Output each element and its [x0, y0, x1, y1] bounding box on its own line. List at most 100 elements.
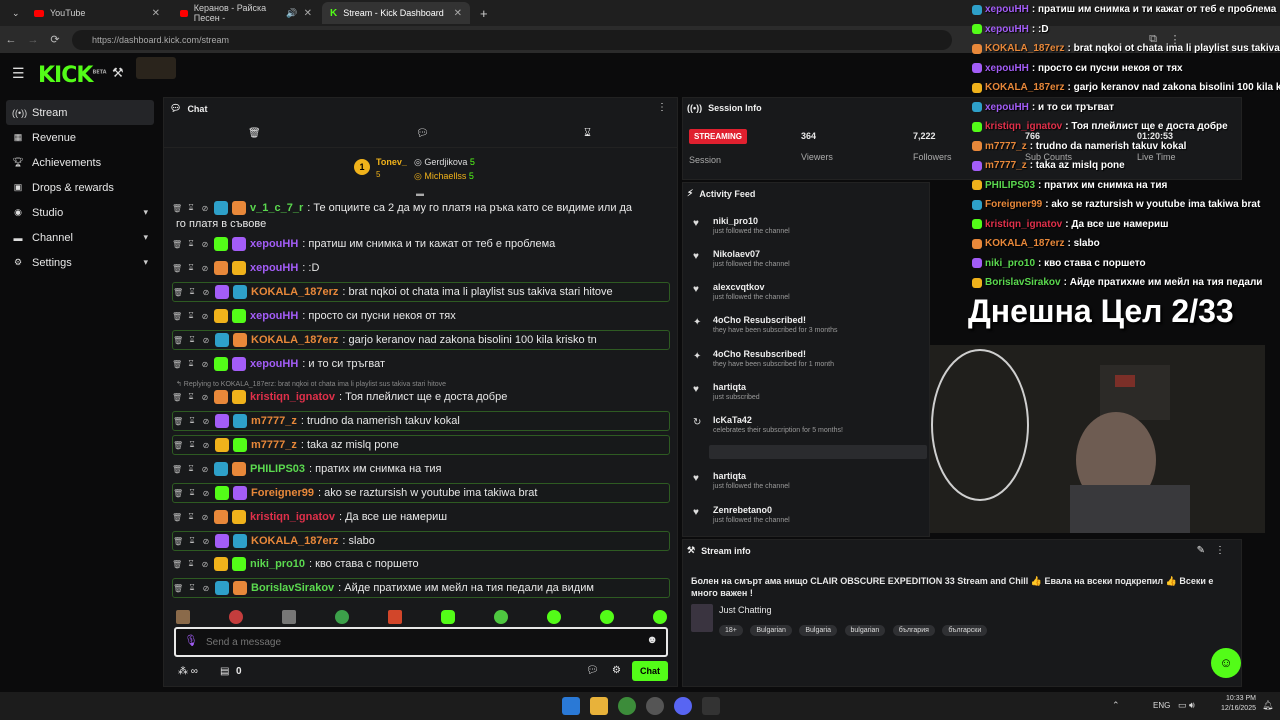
close-tab-icon[interactable]: ✕	[152, 8, 160, 19]
delete-message-icon[interactable]: 🗑︎	[172, 560, 182, 569]
timeout-icon[interactable]: ⌛︎	[186, 263, 196, 273]
sidebar-item-achievements[interactable]: 🏆︎ Achievements	[0, 150, 160, 175]
chat-bubble-icon[interactable]: 💬︎	[416, 128, 429, 139]
sidebar-item-channel[interactable]: ▬ Channel ▾	[0, 225, 160, 250]
delete-message-icon[interactable]: 🗑︎	[172, 264, 182, 273]
chat-message[interactable]: 🗑︎ ⌛︎ ⊘ m7777_z: trudno da namerish takuv k…	[172, 411, 670, 431]
emote-icon[interactable]	[282, 610, 296, 624]
ban-icon[interactable]: ⊘	[201, 288, 211, 297]
tag[interactable]: bulgarian	[844, 625, 886, 636]
tag[interactable]: 18+	[719, 625, 743, 636]
chat-username[interactable]: KOKALA_187erz	[251, 535, 338, 547]
emote-icon[interactable]	[653, 610, 667, 624]
collapse-icon[interactable]: ▬	[416, 189, 424, 198]
timeout-icon[interactable]: ⌛︎	[186, 203, 196, 213]
timeout-icon[interactable]: ⌛︎	[187, 440, 197, 450]
emote-icon[interactable]	[335, 610, 349, 624]
notification-icon[interactable]: 🔔︎	[1262, 700, 1273, 711]
emote-icon[interactable]	[600, 610, 614, 624]
delete-message-icon[interactable]: 🗑︎	[172, 465, 182, 474]
reload-icon[interactable]: ⟳	[44, 33, 66, 46]
category-name[interactable]: Just Chatting	[719, 605, 772, 615]
close-tab-icon[interactable]: ✕	[454, 8, 462, 19]
chat-message[interactable]: 🗑︎ ⌛︎ ⊘ Foreigner99: ako se raztursish w yo…	[172, 483, 670, 503]
tray-chevron-icon[interactable]: ⌃	[1112, 700, 1120, 711]
delete-message-icon[interactable]: 🗑︎	[173, 288, 183, 297]
edit-icon[interactable]: ✎	[1197, 545, 1205, 556]
sidebar-item-revenue[interactable]: ▦ Revenue	[0, 125, 160, 150]
clock-date[interactable]: 12/16/2025	[1212, 705, 1256, 712]
delete-message-icon[interactable]: 🗑︎	[173, 584, 183, 593]
emote-icon[interactable]	[494, 610, 508, 624]
tab-youtube[interactable]: YouTube ✕	[26, 2, 168, 24]
delete-message-icon[interactable]: 🗑︎	[173, 441, 183, 450]
ban-icon[interactable]: ⊘	[200, 513, 210, 522]
ban-icon[interactable]: ⊘	[201, 489, 211, 498]
emote-icon[interactable]	[388, 610, 402, 624]
timeout-icon[interactable]: ⌛︎	[187, 287, 197, 297]
language-indicator[interactable]: ENG	[1153, 701, 1170, 710]
sidebar-item-settings[interactable]: ⚙ Settings ▾	[0, 250, 160, 275]
network-icon[interactable]: ▭ 🔊︎	[1178, 700, 1195, 711]
help-bubble-icon[interactable]: ☺	[1211, 648, 1241, 678]
obs-icon[interactable]	[646, 697, 664, 715]
chat-settings-bubble-icon[interactable]: 💬︎	[586, 665, 599, 676]
timeout-icon[interactable]: ⌛︎	[187, 416, 197, 426]
chat-message[interactable]: 🗑︎ ⌛︎ ⊘ xepouHH: пратиш им снимка и ти кажа…	[172, 234, 670, 254]
chat-username[interactable]: KOKALA_187erz	[251, 286, 338, 298]
hammer-icon[interactable]: ⚒	[112, 65, 124, 81]
timeout-icon[interactable]: ⌛︎	[186, 559, 196, 569]
timeout-icon[interactable]: ⌛︎	[186, 512, 196, 522]
send-chat-button[interactable]: Chat	[632, 661, 668, 681]
back-icon[interactable]: ←	[0, 34, 22, 46]
ban-icon[interactable]: ⊘	[200, 393, 210, 402]
emote-icon[interactable]	[229, 610, 243, 624]
delete-message-icon[interactable]: 🗑︎	[172, 360, 182, 369]
timeout-icon[interactable]: ⌛︎	[186, 392, 196, 402]
ban-icon[interactable]: ⊘	[200, 204, 210, 213]
chat-username[interactable]: m7777_z	[251, 415, 297, 427]
chat-message[interactable]: 🗑︎ ⌛︎ ⊘ PHILIPS03: пратих им снимка на тия	[172, 459, 670, 479]
chat-username[interactable]: kristiqn_ignatov	[250, 391, 335, 403]
tab-kick-dashboard[interactable]: K Stream - Kick Dashboard ✕	[322, 2, 470, 24]
chat-message[interactable]: 🗑︎ ⌛︎ ⊘ kristiqn_ignatov: Да все ше намериш	[172, 507, 670, 527]
chat-message[interactable]: 🗑︎ ⌛︎ ⊘ niki_pro10: кво става с поршето	[172, 554, 670, 574]
timeout-icon[interactable]: ⌛︎	[187, 536, 197, 546]
chrome-icon[interactable]	[618, 697, 636, 715]
chat-input[interactable]	[206, 634, 626, 650]
delete-message-icon[interactable]: 🗑︎	[173, 489, 183, 498]
delete-message-icon[interactable]: 🗑︎	[172, 312, 182, 321]
more-options-icon[interactable]: ⋮	[657, 102, 667, 113]
chat-username[interactable]: xepouHH	[250, 358, 298, 370]
ban-icon[interactable]: ⊘	[200, 360, 210, 369]
hamburger-icon[interactable]: ☰	[12, 65, 25, 82]
sidebar-item-drops[interactable]: ▣ Drops & rewards	[0, 175, 160, 200]
tab-list-button[interactable]: ⌄	[4, 2, 24, 24]
delete-message-icon[interactable]: 🗑︎	[173, 417, 183, 426]
discord-icon[interactable]	[674, 697, 692, 715]
emote-icon[interactable]	[176, 610, 190, 624]
chat-message[interactable]: 🗑︎ ⌛︎ ⊘ xepouHH: просто си пусни некоя от т…	[172, 306, 670, 326]
more-options-icon[interactable]: ⋮	[1215, 545, 1225, 556]
delete-message-icon[interactable]: 🗑︎	[173, 336, 183, 345]
ban-icon[interactable]: ⊘	[201, 417, 211, 426]
chat-username[interactable]: v_1_c_7_r	[250, 202, 303, 214]
chat-username[interactable]: Foreigner99	[251, 487, 314, 499]
new-tab-button[interactable]: +	[472, 2, 490, 24]
tab-keranov[interactable]: Керанов - Райска Песен - 🔊 ✕	[172, 2, 320, 24]
chat-message[interactable]: 🗑︎ ⌛︎ ⊘ xepouHH: :D	[172, 258, 670, 278]
chat-username[interactable]: KOKALA_187erz	[251, 334, 338, 346]
emoji-icon[interactable]: ☻	[646, 634, 658, 646]
timeout-icon[interactable]: ⌛︎	[186, 311, 196, 321]
chat-username[interactable]: xepouHH	[250, 238, 298, 250]
ban-icon[interactable]: ⊘	[200, 240, 210, 249]
ban-icon[interactable]: ⊘	[201, 441, 211, 450]
chat-username[interactable]: xepouHH	[250, 310, 298, 322]
close-tab-icon[interactable]: ✕	[304, 8, 312, 19]
tag[interactable]: български	[942, 625, 988, 636]
tag[interactable]: Bulgaria	[799, 625, 838, 636]
chat-username[interactable]: BorislavSirakov	[251, 582, 334, 594]
start-icon[interactable]	[562, 697, 580, 715]
tag[interactable]: Bulgarian	[750, 625, 792, 636]
delete-message-icon[interactable]: 🗑︎	[172, 204, 182, 213]
